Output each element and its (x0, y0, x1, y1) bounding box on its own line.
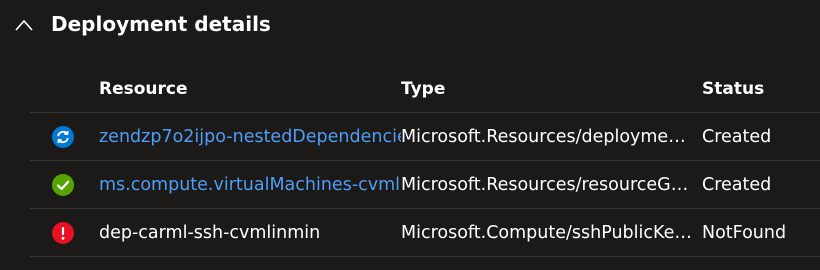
deployment-details-table: Resource Type Status zendzp7o2ijpo-neste… (30, 66, 820, 257)
status-icon-cell (30, 208, 99, 257)
success-check-icon (52, 173, 74, 196)
resource-type: Microsoft.Resources/resourceGroups (401, 174, 702, 195)
in-progress-icon (52, 125, 74, 148)
resource-name: dep-carml-ssh-cvmlinmin (99, 222, 321, 243)
table-row: zendzp7o2ijpo-nestedDependencies Microso… (30, 112, 820, 161)
section-title: Deployment details (51, 12, 271, 36)
icon-column-header (30, 66, 99, 113)
table-row: ms.compute.virtualMachines-cvmlinmin Mic… (30, 160, 820, 209)
resource-link[interactable]: zendzp7o2ijpo-nestedDependencies (99, 127, 401, 147)
status-icon-cell (30, 160, 99, 209)
resource-status: NotFound (702, 222, 787, 243)
error-icon (52, 221, 74, 244)
chevron-up-icon[interactable] (14, 17, 34, 31)
resource-status: Created (702, 174, 772, 195)
table-row: dep-carml-ssh-cvmlinmin Microsoft.Comput… (30, 208, 820, 257)
table-header-row: Resource Type Status (30, 66, 820, 113)
type-column-header[interactable]: Type (401, 66, 702, 113)
status-column-header[interactable]: Status (702, 66, 820, 113)
resource-link[interactable]: ms.compute.virtualMachines-cvmlinmin (99, 175, 401, 195)
resource-column-header[interactable]: Resource (99, 66, 401, 113)
resource-type: Microsoft.Compute/sshPublicKeys (401, 222, 694, 243)
status-icon-cell (30, 112, 99, 161)
resource-status: Created (702, 126, 772, 147)
deployment-details-header[interactable]: Deployment details (0, 0, 820, 50)
resource-type: Microsoft.Resources/deployments (401, 126, 696, 147)
